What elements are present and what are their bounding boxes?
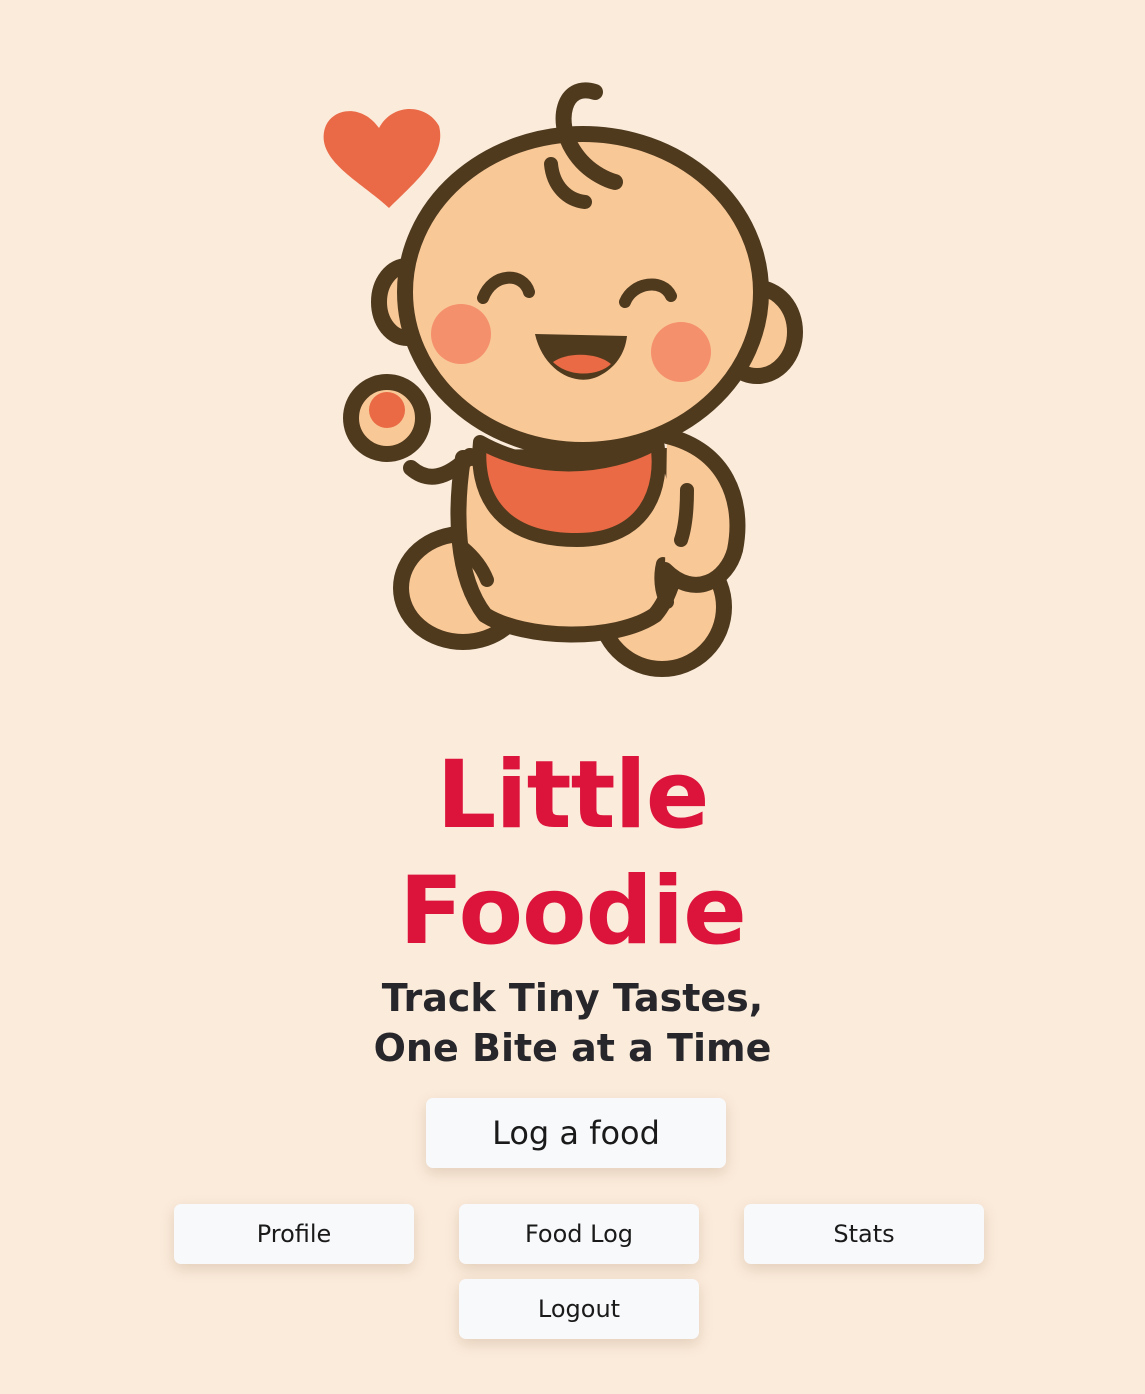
food-log-button[interactable]: Food Log	[459, 1204, 699, 1264]
baby-mascot-icon	[323, 82, 803, 677]
tagline: Track Tiny Tastes, One Bite at a Time	[0, 973, 1145, 1073]
heart-icon	[323, 109, 441, 208]
app-title: Little Foodie	[0, 738, 1145, 970]
app-title-line-1: Little	[436, 741, 710, 850]
tagline-line-1: Track Tiny Tastes,	[381, 976, 764, 1020]
app-title-line-2: Foodie	[399, 857, 747, 966]
tagline-line-2: One Bite at a Time	[373, 1026, 772, 1070]
baby-mascot-illustration	[315, 70, 815, 690]
stats-button[interactable]: Stats	[744, 1204, 984, 1264]
logout-button[interactable]: Logout	[459, 1279, 699, 1339]
log-a-food-button[interactable]: Log a food	[426, 1098, 726, 1168]
profile-button[interactable]: Profile	[174, 1204, 414, 1264]
